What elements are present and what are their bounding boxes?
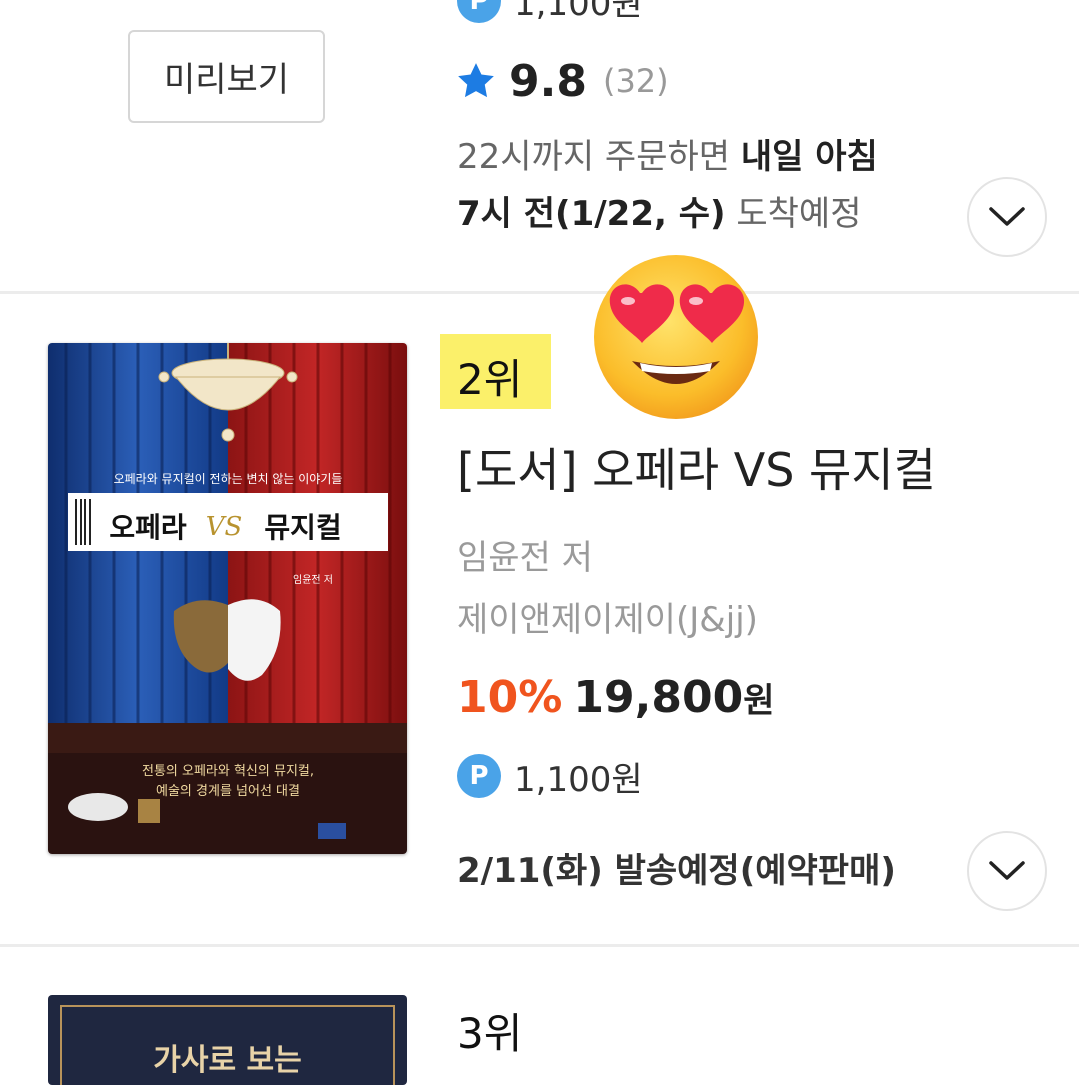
cover-title-right: 뮤지컬: [264, 511, 341, 544]
heart-eyes-emoji-icon: [592, 253, 760, 425]
delivery-suffix: 도착예정: [725, 194, 862, 234]
book-cover-image[interactable]: 가사로 보는: [48, 995, 407, 1085]
expand-button[interactable]: [967, 177, 1047, 257]
sale-price: 19,800: [573, 672, 744, 723]
rank-label: 2위: [457, 355, 523, 404]
cover-title-vs: VS: [206, 512, 243, 542]
cover-blurb-2: 예술의 경계를 넘어선 대결: [156, 784, 300, 799]
item-divider: [0, 944, 1079, 947]
delivery-info-line2: 7시 전(1/22, 수) 도착예정: [457, 191, 862, 237]
star-icon: [458, 63, 494, 98]
price-unit: 원: [743, 681, 775, 721]
expand-button[interactable]: [967, 831, 1047, 911]
review-count: (32): [602, 62, 669, 100]
cover-blurb-1: 전통의 오페라와 혁신의 뮤지컬,: [142, 764, 314, 779]
book-publisher[interactable]: 제이앤제이제이(J&jj): [457, 592, 758, 641]
point-badge-icon: P: [457, 0, 501, 23]
book-title[interactable]: [도서] 오페라 VS 뮤지컬: [457, 434, 936, 500]
cover-tagline: 오페라와 뮤지컬이 전하는 변치 않는 이야기들: [114, 472, 343, 486]
delivery-bold-2: 7시 전(1/22, 수): [457, 194, 726, 234]
delivery-info-line1: 22시까지 주문하면 내일 아침: [457, 134, 878, 180]
rating-value: 9.8: [509, 55, 587, 107]
shipping-info: 2/11(화) 발송예정(예약판매): [457, 851, 896, 891]
rating-row: 9.8 (32): [455, 55, 669, 107]
point-badge-icon: P: [457, 754, 501, 798]
cover-title-left: 오페라: [109, 511, 187, 544]
price-row: 10% 19,800원: [457, 668, 775, 737]
delivery-prefix: 22시까지 주문하면: [457, 137, 741, 177]
item-divider: [0, 291, 1079, 294]
delivery-bold-1: 내일 아침: [740, 137, 878, 177]
cover-author: 임윤전 저: [293, 573, 333, 586]
chevron-down-icon: [989, 861, 1025, 880]
book-cover-image[interactable]: 오페라와 뮤지컬이 전하는 변치 않는 이야기들 오페라 VS 뮤지컬 임윤전 …: [48, 343, 407, 854]
point-value: 1,100원: [514, 760, 643, 800]
discount-rate: 10%: [457, 672, 563, 723]
chevron-down-icon: [989, 207, 1025, 226]
book-author[interactable]: 임윤전 저: [457, 530, 593, 579]
cover-art: 오페라와 뮤지컬이 전하는 변치 않는 이야기들 오페라 VS 뮤지컬 임윤전 …: [48, 343, 407, 854]
preview-button[interactable]: 미리보기: [128, 30, 325, 123]
point-value: 1,100원: [514, 0, 643, 24]
cover-title: 가사로 보는: [153, 1043, 302, 1078]
rank-label: 3위: [457, 1009, 523, 1058]
